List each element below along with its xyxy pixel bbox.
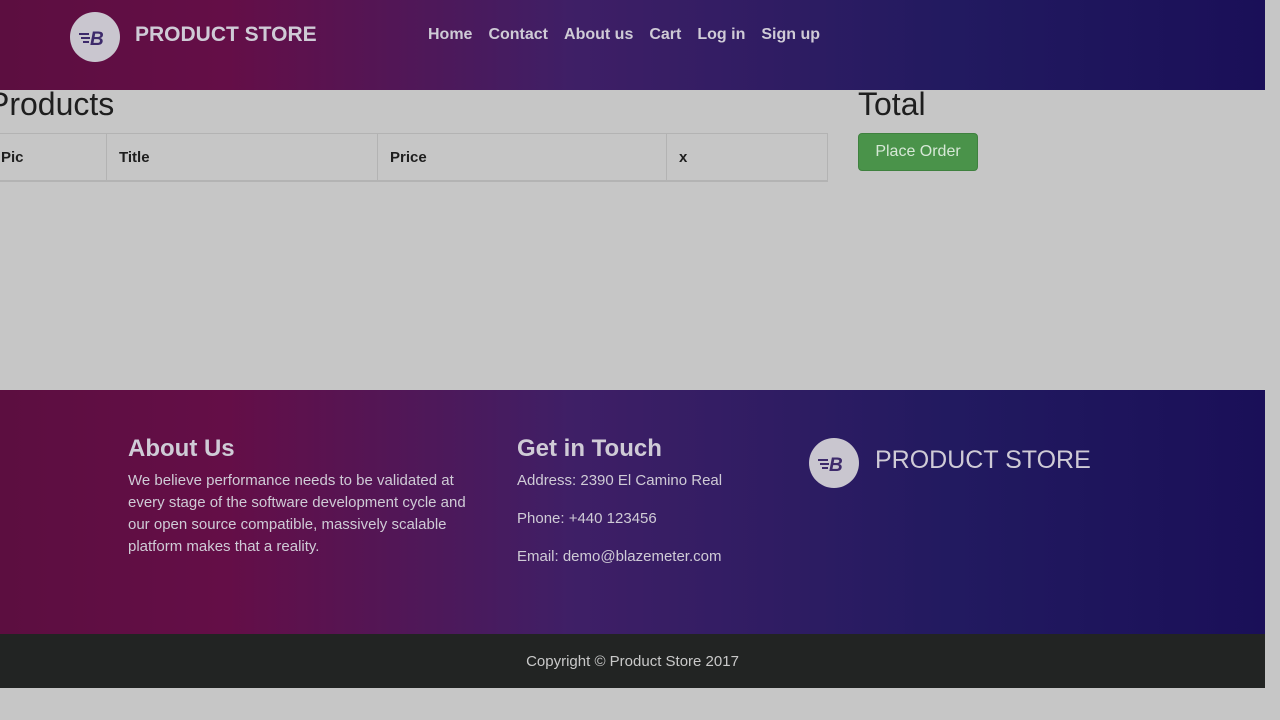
column-price: Price (377, 133, 667, 182)
nav-cart[interactable]: Cart (649, 26, 681, 44)
nav-home[interactable]: Home (428, 26, 472, 44)
brand-name[interactable]: PRODUCT STORE (135, 23, 317, 47)
copyright-bar: Copyright © Product Store 2017 (0, 634, 1265, 688)
nav-contact[interactable]: Contact (488, 26, 548, 44)
contact-phone: Phone: +440 123456 (517, 510, 657, 527)
products-heading: Products (0, 86, 115, 122)
column-title: Title (106, 133, 378, 182)
nav-log-in[interactable]: Log in (697, 26, 745, 44)
contact-address: Address: 2390 El Camino Real (517, 472, 723, 489)
about-us-text: We believe performance needs to be valid… (128, 472, 466, 555)
nav-sign-up[interactable]: Sign up (761, 26, 820, 44)
footer-logo-icon: B (809, 438, 859, 488)
get-in-touch-title: Get in Touch (517, 435, 662, 462)
place-order-button[interactable]: Place Order (858, 133, 978, 171)
nav-menu: Home Contact About us Cart Log in Sign u… (428, 26, 836, 44)
about-us-title: About Us (128, 435, 235, 462)
column-pic: Pic (0, 133, 107, 182)
total-heading: Total (858, 86, 926, 122)
blazemeter-logo-icon[interactable]: B (70, 12, 120, 62)
footer-brand-name: PRODUCT STORE (875, 446, 1091, 474)
column-delete: x (666, 133, 828, 182)
nav-about-us[interactable]: About us (564, 26, 633, 44)
navbar: B PRODUCT STORE Home Contact About us Ca… (0, 0, 1265, 90)
svg-text:B: B (90, 29, 104, 48)
svg-text:B: B (829, 455, 843, 474)
copyright-text: Copyright © Product Store 2017 (526, 652, 739, 670)
footer: About Us We believe performance needs to… (0, 390, 1265, 634)
table-header-row: Pic Title Price x (0, 133, 828, 182)
cart-table: Pic Title Price x (0, 133, 828, 182)
contact-email: Email: demo@blazemeter.com (517, 548, 722, 565)
